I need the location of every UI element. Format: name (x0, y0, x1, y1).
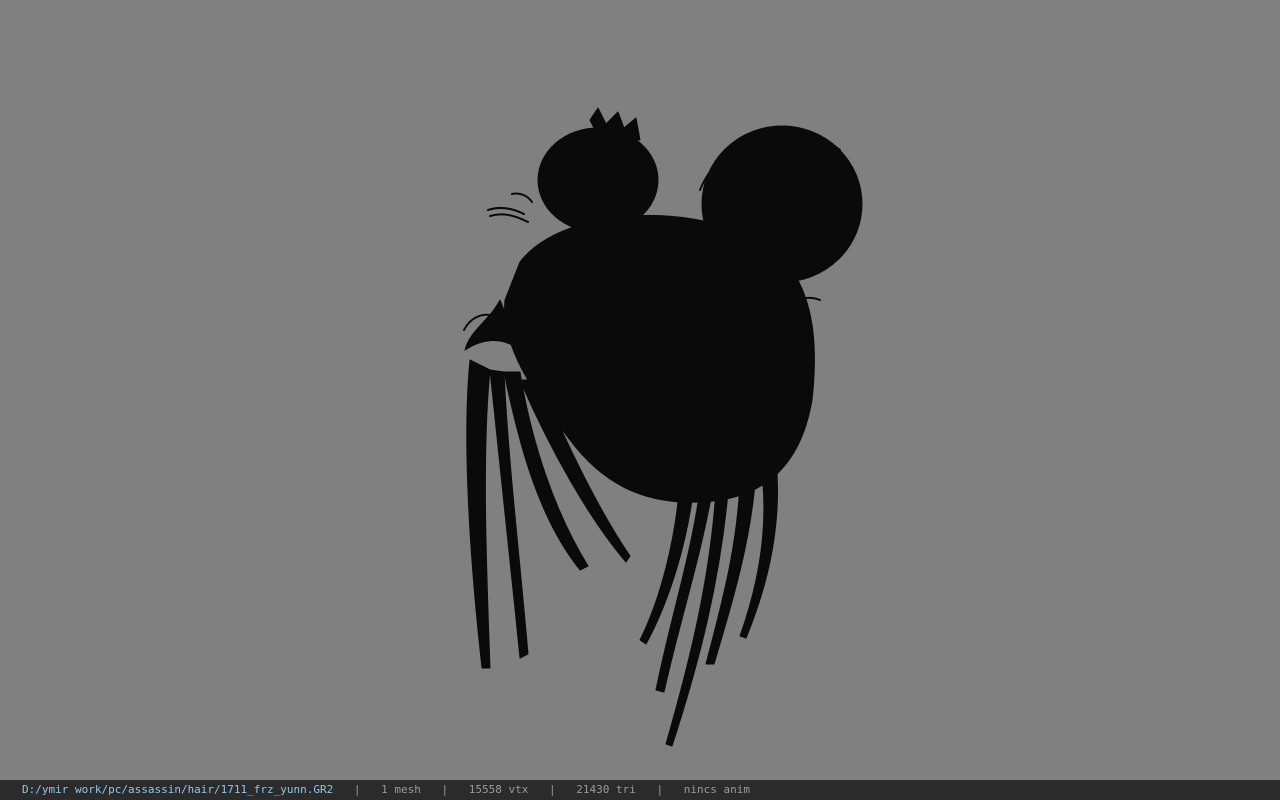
status-separator: | (656, 783, 664, 796)
status-separator: | (353, 783, 361, 796)
file-path-label: D:/ymir work/pc/assassin/hair/1711_frz_y… (22, 783, 334, 796)
status-separator: | (441, 783, 449, 796)
status-bar: D:/ymir work/pc/assassin/hair/1711_frz_y… (0, 780, 1280, 800)
left-hair-strand (466, 359, 491, 669)
status-separator: | (549, 783, 556, 796)
left-bun-tuft (589, 107, 641, 141)
triangle-count-label: 21430 tri (576, 783, 636, 796)
3d-viewport[interactable] (0, 0, 1280, 780)
hair-model-render (463, 107, 863, 747)
vertex-count-label: 15558 vtx (468, 783, 529, 796)
hair-head-volume (504, 214, 815, 503)
animation-status-label: nincs anim (683, 783, 750, 796)
mesh-count-label: 1 mesh (381, 783, 421, 796)
